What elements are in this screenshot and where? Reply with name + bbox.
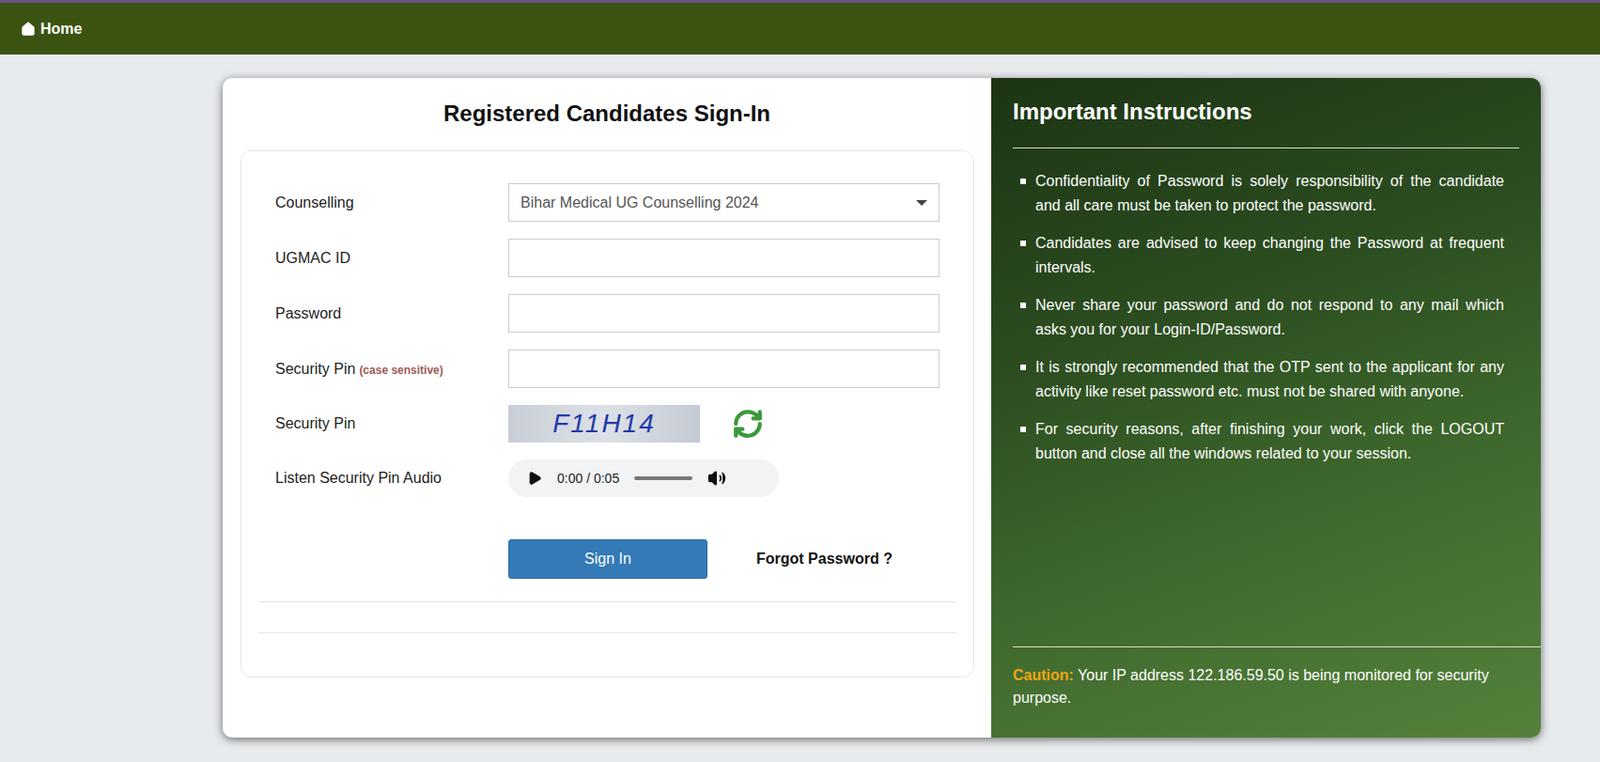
field-label: Security Pin(case sensitive) (275, 357, 509, 381)
instruction-item: For security reasons, after finishing yo… (1020, 417, 1505, 467)
home-link[interactable]: Home (20, 17, 82, 41)
form-box: Counselling Bihar Medical UG Counselling … (240, 150, 975, 678)
instructions-list: Confidentiality of Password is solely re… (1012, 169, 1520, 467)
field-label: Password (275, 302, 509, 326)
instructions-title: Important Instructions (1012, 96, 1520, 127)
instruction-item: Never share your password and do not res… (1020, 293, 1505, 342)
forgot-password-link[interactable]: Forgot Password ? (756, 547, 893, 571)
bullet-icon (1020, 426, 1026, 433)
field-hint: (case sensitive) (358, 363, 443, 377)
sign-in-title: Registered Candidates Sign-In (222, 98, 992, 129)
bullet-icon (1020, 302, 1026, 309)
login-card: Registered Candidates Sign-In Counselling… (222, 77, 1541, 738)
instructions-panel: Important Instructions Confidentiality of… (991, 77, 1541, 738)
field-label: Listen Security Pin Audio (275, 466, 509, 490)
select-value: Bihar Medical UG Counselling 2024 (520, 191, 759, 215)
caret-icon (916, 200, 928, 206)
play-icon[interactable] (527, 470, 543, 486)
sign-in-panel: Registered Candidates Sign-In Counselling… (222, 77, 992, 738)
form-row: UGMAC ID (275, 238, 974, 278)
sign-in-button[interactable]: Sign In (508, 539, 708, 579)
form-row: Password (275, 294, 974, 333)
text-input[interactable] (508, 238, 940, 278)
audio-time: 0:00 / 0:05 (557, 468, 620, 489)
page: Home Registered Candidates Sign-In Counsel… (0, 0, 1600, 762)
field-label: UGMAC ID (275, 247, 509, 270)
home-icon (20, 21, 36, 37)
audio-player[interactable]: 0:00 / 0:05 (508, 459, 779, 498)
form-row: Listen Security Pin Audio 0:00 / 0:05 (275, 459, 974, 498)
nav-bar: Home (0, 2, 1600, 55)
caution-note: Caution: Your IP address 122.186.59.50 i… (1012, 664, 1520, 710)
divider (1012, 646, 1541, 648)
text-input[interactable] (508, 349, 940, 389)
volume-icon[interactable] (707, 468, 727, 488)
form-row: Security Pin F11H14 (275, 404, 974, 443)
bullet-icon (1020, 240, 1026, 247)
refresh-icon[interactable] (730, 405, 766, 442)
form-row: Security Pin(case sensitive) (275, 349, 974, 389)
form-row: Counselling Bihar Medical UG Counselling … (275, 183, 974, 222)
divider (258, 601, 957, 603)
bullet-icon (1020, 178, 1026, 185)
divider (258, 632, 957, 634)
captcha-image: F11H14 (508, 404, 700, 443)
counselling-select[interactable]: Bihar Medical UG Counselling 2024 (508, 183, 940, 222)
instruction-item: Confidentiality of Password is solely re… (1020, 169, 1505, 218)
password-input[interactable] (508, 294, 940, 333)
bullet-icon (1020, 364, 1026, 371)
instruction-item: It is strongly recommended that the OTP … (1020, 355, 1505, 404)
captcha-text: F11H14 (552, 410, 656, 437)
instruction-item: Candidates are advised to keep changing … (1020, 231, 1505, 280)
audio-progress[interactable] (634, 476, 693, 481)
field-label: Security Pin (275, 412, 509, 435)
divider (1012, 147, 1520, 149)
field-label: Counselling (275, 191, 509, 215)
caution-label: Caution: (1012, 667, 1074, 684)
